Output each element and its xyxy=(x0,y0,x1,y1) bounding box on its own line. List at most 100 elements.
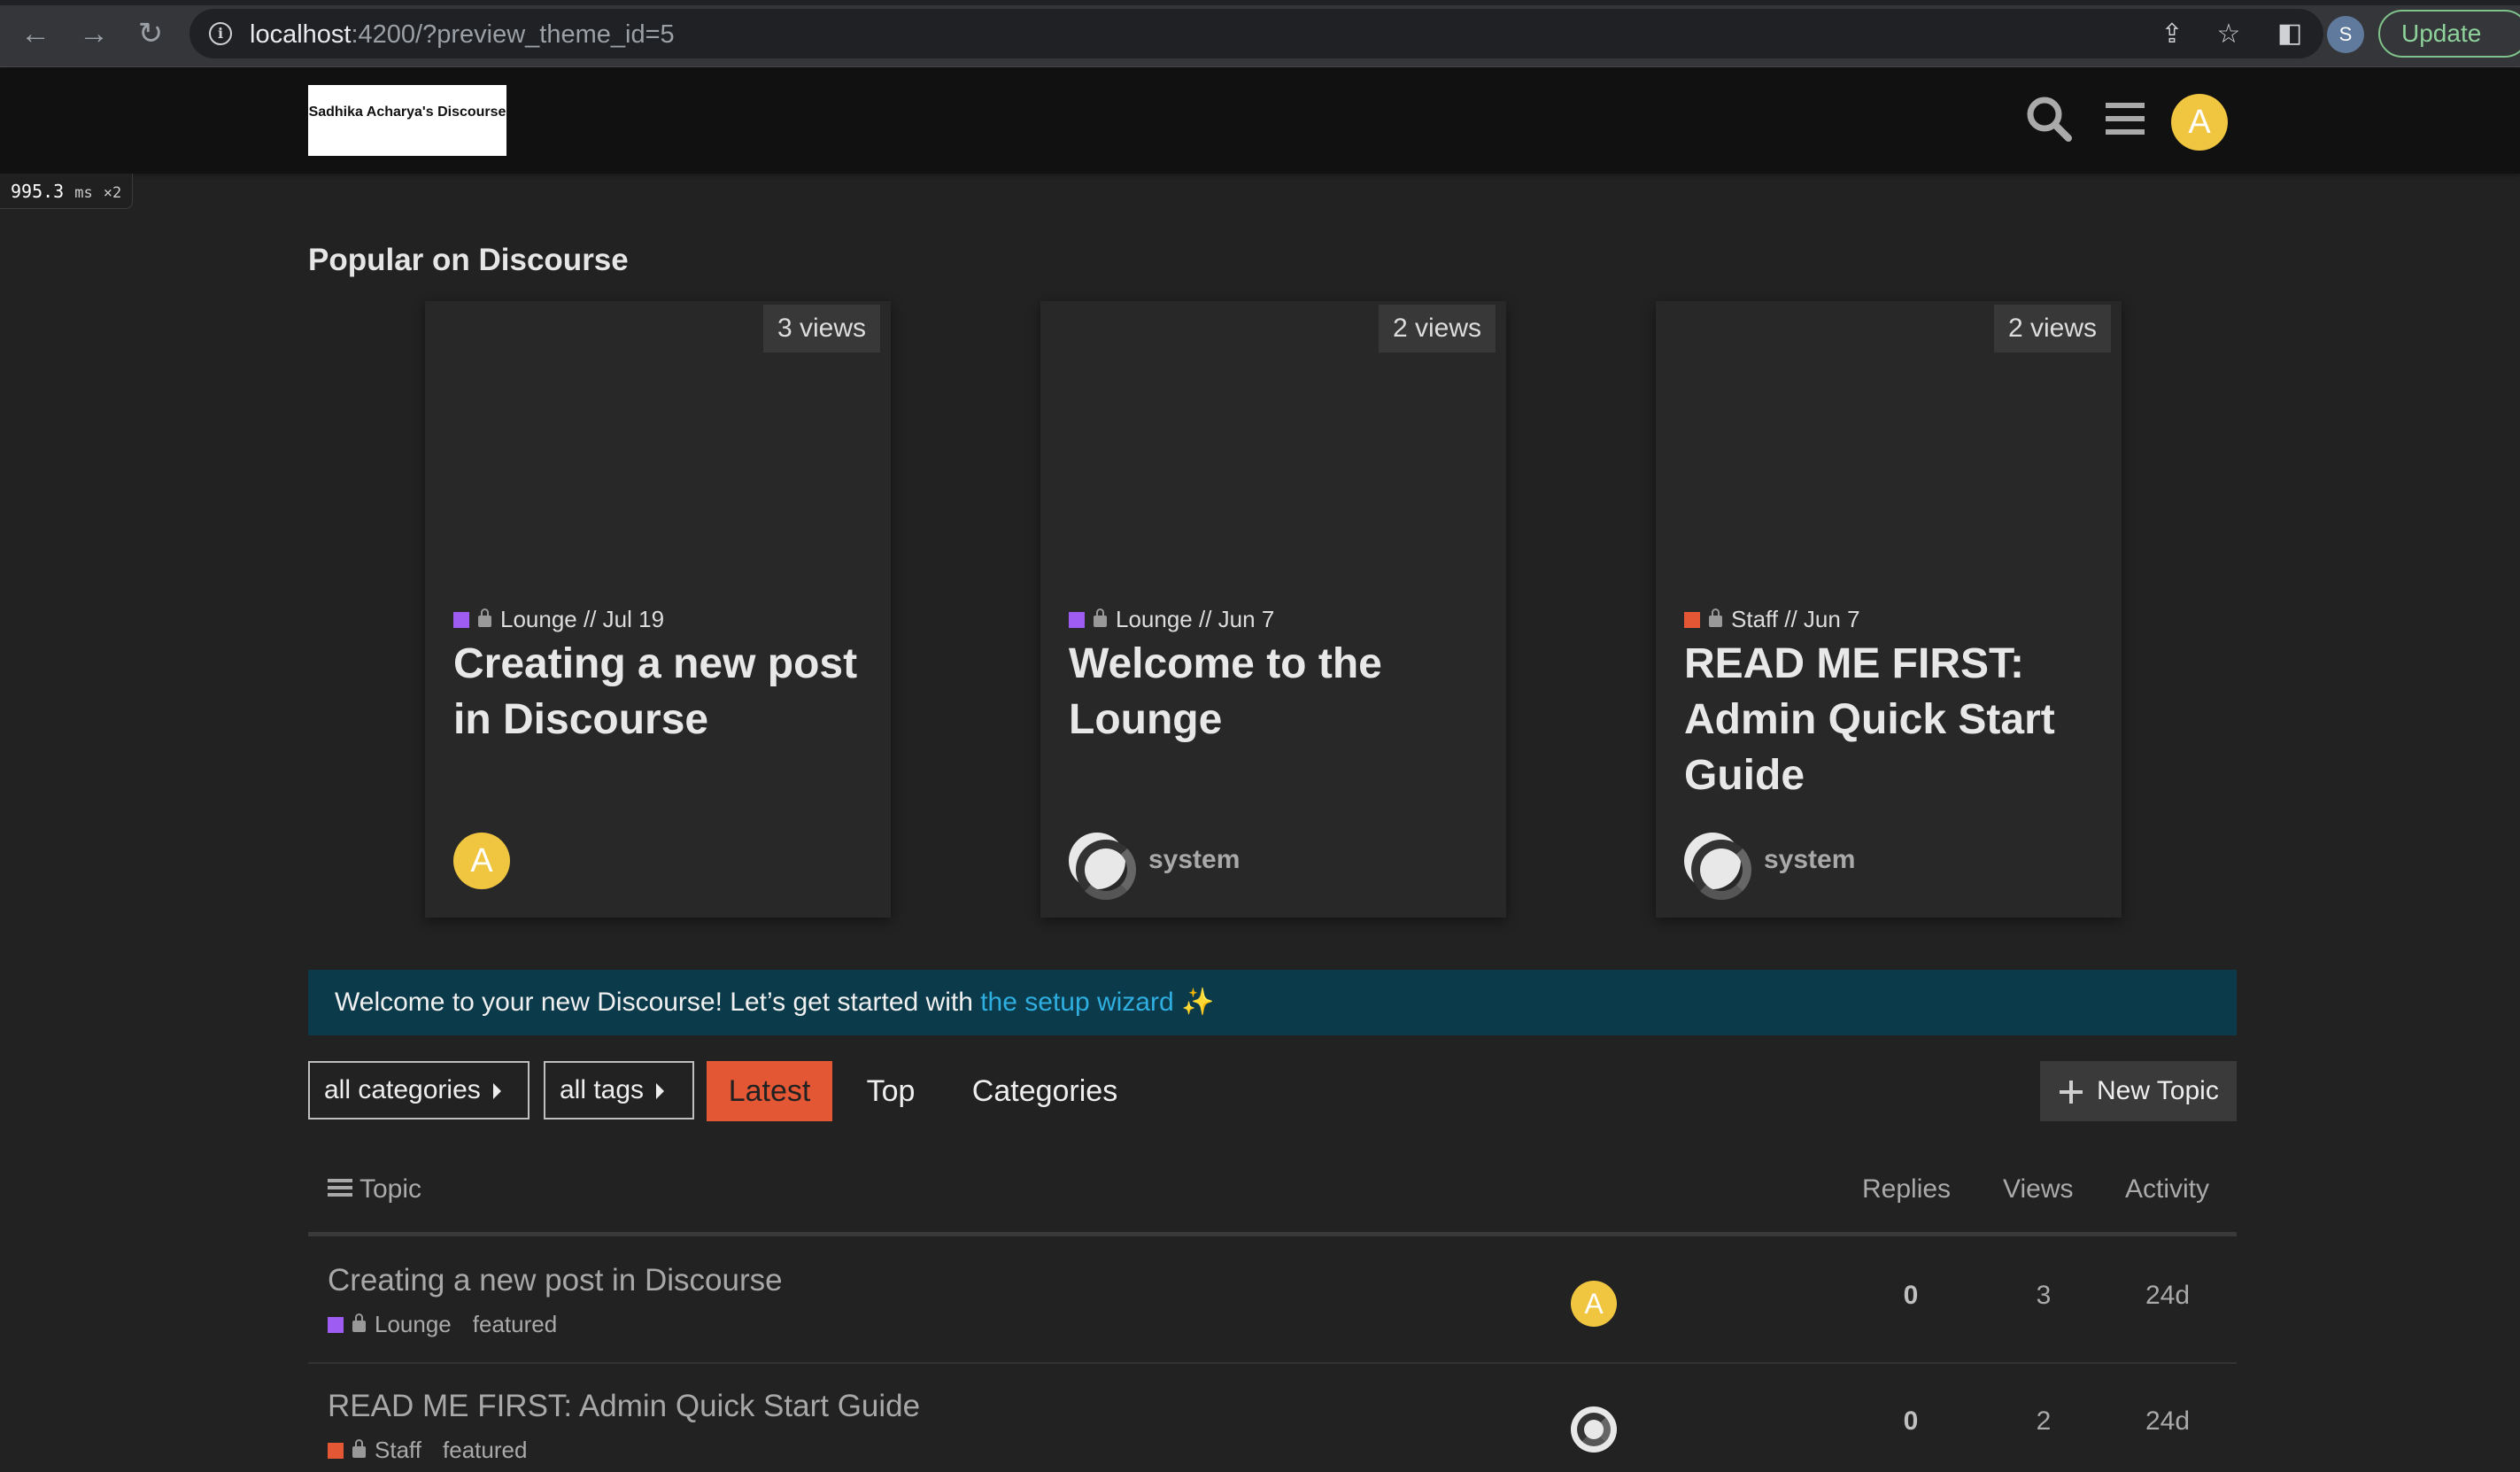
card-category[interactable]: Staff xyxy=(1731,606,1778,633)
topic-title-link[interactable]: READ ME FIRST: Admin Quick Start Guide xyxy=(328,1389,920,1424)
plus-icon xyxy=(2060,1081,2083,1104)
popular-section-title: Popular on Discourse xyxy=(308,243,629,277)
browser-update-button[interactable]: Update xyxy=(2378,10,2520,58)
lock-icon xyxy=(478,608,491,627)
topic-list-row: Creating a new post in Discourse Lounge … xyxy=(308,1240,2237,1364)
topic-list-header: Topic Replies Views Activity xyxy=(308,1153,2237,1236)
browser-profile-avatar[interactable]: S xyxy=(2327,16,2364,53)
views-badge: 2 views xyxy=(1993,305,2111,353)
search-icon[interactable] xyxy=(2021,90,2077,147)
browser-chrome: ← → ↻ i localhost:4200/?preview_theme_id… xyxy=(0,0,2520,67)
topic-header-label: Topic xyxy=(359,1174,422,1204)
views-count: 3 xyxy=(2036,1281,2052,1310)
tags-dropdown[interactable]: all tags xyxy=(544,1061,694,1119)
categories-dropdown-label: all categories xyxy=(324,1075,481,1104)
lock-icon xyxy=(352,1439,366,1458)
caret-right-icon xyxy=(492,1083,501,1099)
replies-count: 0 xyxy=(1903,1281,1919,1310)
banner-text: Welcome to your new Discourse! Let’s get… xyxy=(335,988,981,1017)
lock-icon xyxy=(352,1313,366,1332)
current-user-avatar[interactable]: A xyxy=(2171,94,2228,151)
address-bar[interactable]: i localhost:4200/?preview_theme_id=5 ⇪ ☆ xyxy=(189,9,2323,58)
list-controls: all categories all tags Latest Top Categ… xyxy=(0,1061,2520,1121)
views-count: 2 xyxy=(2036,1406,2052,1436)
category-color-badge xyxy=(1684,611,1700,628)
reload-icon[interactable]: ↻ xyxy=(133,16,168,51)
url-host: localhost xyxy=(250,20,352,49)
site-info-icon[interactable]: i xyxy=(209,22,232,45)
views-column-header[interactable]: Views xyxy=(2003,1174,2073,1205)
category-color-badge xyxy=(328,1316,344,1333)
poster-avatar[interactable]: A xyxy=(1571,1281,1617,1327)
author-name[interactable]: system xyxy=(1148,845,1240,875)
popular-topic-card[interactable]: 2 views Staff // Jun 7 READ ME FIRST: Ad… xyxy=(1656,301,2122,918)
topic-list-row: READ ME FIRST: Admin Quick Start Guide S… xyxy=(308,1366,2237,1472)
activity-age[interactable]: 24d xyxy=(2132,1406,2203,1437)
card-meta: Staff // Jun 7 xyxy=(1684,606,1860,633)
setup-wizard-link[interactable]: the setup wizard xyxy=(980,988,1173,1017)
side-panel-icon[interactable]: ◧ xyxy=(2274,18,2306,50)
new-topic-button[interactable]: New Topic xyxy=(2040,1061,2237,1121)
timing-count: ×2 xyxy=(103,184,122,202)
tab-strip xyxy=(0,0,2520,5)
site-header: Sadhika Acharya's Discourse A xyxy=(0,67,2520,174)
address-url[interactable]: localhost:4200/?preview_theme_id=5 xyxy=(250,20,675,50)
lock-icon xyxy=(1094,608,1107,627)
card-date: // Jun 7 xyxy=(1784,606,1860,632)
welcome-banner: Welcome to your new Discourse! Let’s get… xyxy=(308,970,2237,1035)
card-category[interactable]: Lounge xyxy=(1116,606,1193,633)
timing-unit: ms xyxy=(74,184,93,202)
popular-topic-card[interactable]: 3 views Lounge // Jul 19 Creating a new … xyxy=(425,301,891,918)
bookmark-star-icon[interactable]: ☆ xyxy=(2214,19,2244,50)
topic-tag[interactable]: featured xyxy=(473,1311,557,1338)
author-name[interactable]: system xyxy=(1764,845,1855,875)
card-meta: Lounge // Jun 7 xyxy=(1069,606,1274,633)
card-category[interactable]: Lounge xyxy=(500,606,577,633)
sparkles-icon: ✨ xyxy=(1173,988,1215,1017)
url-path: :4200/?preview_theme_id=5 xyxy=(351,20,675,49)
topic-column-header[interactable]: Topic xyxy=(328,1174,421,1205)
system-avatar[interactable] xyxy=(1684,833,1751,900)
author-avatar[interactable]: A xyxy=(453,833,510,889)
topic-title-link[interactable]: Creating a new post in Discourse xyxy=(328,1263,783,1298)
card-meta: Lounge // Jul 19 xyxy=(453,606,664,633)
topic-meta: Lounge featured xyxy=(328,1311,557,1338)
caret-right-icon xyxy=(656,1083,665,1099)
lock-icon xyxy=(1709,608,1722,627)
popular-topic-card[interactable]: 2 views Lounge // Jun 7 Welcome to the L… xyxy=(1040,301,1506,918)
category-color-badge xyxy=(328,1442,344,1459)
profiler-timing-badge[interactable]: 995.3 ms ×2 xyxy=(0,174,134,209)
topic-tag[interactable]: featured xyxy=(443,1437,527,1464)
category-color-badge xyxy=(453,611,469,628)
card-title[interactable]: Welcome to the Lounge xyxy=(1069,636,1485,748)
replies-column-header[interactable]: Replies xyxy=(1862,1174,1951,1205)
topic-category[interactable]: Staff xyxy=(375,1437,421,1464)
hamburger-menu-icon[interactable] xyxy=(2097,90,2153,147)
system-avatar[interactable] xyxy=(1571,1406,1617,1453)
topic-category[interactable]: Lounge xyxy=(375,1311,452,1338)
new-topic-label: New Topic xyxy=(2097,1076,2219,1105)
views-badge: 3 views xyxy=(762,305,880,353)
card-date: // Jul 19 xyxy=(584,606,665,632)
card-title[interactable]: Creating a new post in Discourse xyxy=(453,636,870,748)
site-logo[interactable]: Sadhika Acharya's Discourse xyxy=(308,85,506,156)
back-arrow-icon[interactable]: ← xyxy=(18,16,53,51)
timing-value: 995.3 xyxy=(11,181,65,202)
views-badge: 2 views xyxy=(1378,305,1496,353)
card-title[interactable]: READ ME FIRST: Admin Quick Start Guide xyxy=(1684,636,2100,803)
topic-meta: Staff featured xyxy=(328,1437,527,1464)
tab-top[interactable]: Top xyxy=(850,1061,931,1121)
system-avatar[interactable] xyxy=(1069,833,1136,900)
card-date: // Jun 7 xyxy=(1199,606,1275,632)
tags-dropdown-label: all tags xyxy=(560,1075,645,1104)
list-icon xyxy=(328,1175,352,1200)
categories-dropdown[interactable]: all categories xyxy=(308,1061,530,1119)
replies-count: 0 xyxy=(1903,1406,1919,1436)
activity-age[interactable]: 24d xyxy=(2132,1281,2203,1311)
activity-column-header[interactable]: Activity xyxy=(2125,1174,2209,1205)
share-icon[interactable]: ⇪ xyxy=(2157,19,2187,50)
tab-latest[interactable]: Latest xyxy=(707,1061,832,1121)
forward-arrow-icon[interactable]: → xyxy=(76,16,112,51)
tab-categories[interactable]: Categories xyxy=(956,1061,1133,1121)
category-color-badge xyxy=(1069,611,1085,628)
